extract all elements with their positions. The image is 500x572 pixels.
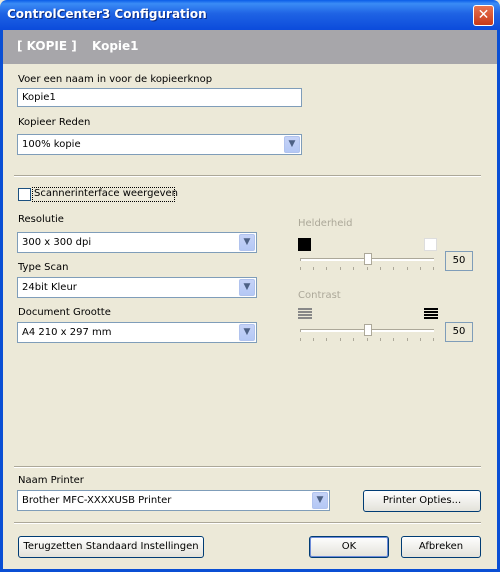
brightness-label: Helderheid (298, 218, 353, 229)
resolution-value: 300 x 300 dpi (22, 237, 92, 248)
scan-type-value: 24bit Kleur (22, 282, 77, 293)
chevron-down-icon[interactable]: ▼ (239, 279, 255, 296)
brightness-value-box[interactable]: 50 (445, 251, 473, 271)
high-contrast-icon (424, 308, 438, 320)
document-size-label: Document Grootte (18, 307, 111, 318)
window-title: ControlCenter3 Configuration (7, 7, 207, 21)
contrast-label: Contrast (298, 290, 341, 301)
resolution-label: Resolutie (18, 214, 64, 225)
scanner-interface-checkbox[interactable] (18, 188, 31, 201)
brightness-slider-thumb[interactable] (364, 253, 372, 265)
chevron-down-icon[interactable]: ▼ (312, 492, 328, 509)
name-field-label: Voer een naam in voor de kopieerknop (18, 74, 213, 85)
brightness-ticks (300, 267, 434, 270)
scan-type-select[interactable]: 24bit Kleur ▼ (17, 277, 257, 298)
printer-select[interactable]: Brother MFC-XXXXUSB Printer ▼ (17, 490, 330, 511)
section-tab-label: [ KOPIE ] (17, 39, 77, 53)
separator (14, 175, 481, 177)
separator (14, 522, 481, 524)
window-frame-left (0, 30, 3, 572)
resolution-select[interactable]: 300 x 300 dpi ▼ (17, 232, 257, 253)
printer-label: Naam Printer (18, 475, 84, 486)
ok-button[interactable]: OK (309, 536, 389, 558)
close-icon: ✕ (477, 7, 490, 23)
chevron-down-icon[interactable]: ▼ (284, 136, 300, 153)
copy-ratio-value: 100% kopie (22, 139, 81, 150)
reset-defaults-button[interactable]: Terugzetten Standaard Instellingen (18, 536, 204, 558)
close-button[interactable]: ✕ (473, 5, 494, 26)
scan-type-label: Type Scan (18, 262, 69, 273)
low-contrast-icon (298, 308, 312, 320)
name-input[interactable]: Kopie1 (17, 88, 302, 107)
separator (14, 466, 481, 468)
chevron-down-icon[interactable]: ▼ (239, 234, 255, 251)
section-button-name: Kopie1 (92, 39, 139, 53)
contrast-ticks (300, 338, 434, 341)
printer-options-button[interactable]: Printer Opties... (363, 490, 481, 512)
chevron-down-icon[interactable]: ▼ (239, 324, 255, 341)
copy-ratio-select[interactable]: 100% kopie ▼ (17, 134, 302, 155)
scanner-interface-label[interactable]: Scannerinterface weergeven (34, 188, 178, 199)
title-bar[interactable]: ControlCenter3 Configuration ✕ (0, 0, 500, 30)
contrast-value-box[interactable]: 50 (445, 322, 473, 342)
light-swatch-icon (424, 238, 437, 251)
document-size-select[interactable]: A4 210 x 297 mm ▼ (17, 322, 257, 343)
document-size-value: A4 210 x 297 mm (22, 327, 112, 338)
dark-swatch-icon (298, 238, 311, 251)
section-header: [ KOPIE ] Kopie1 (3, 30, 497, 64)
contrast-slider-thumb[interactable] (364, 324, 372, 336)
copy-ratio-label: Kopieer Reden (18, 117, 91, 128)
printer-value: Brother MFC-XXXXUSB Printer (22, 495, 172, 506)
cancel-button[interactable]: Afbreken (401, 536, 481, 558)
dialog-window: ControlCenter3 Configuration ✕ [ KOPIE ]… (0, 0, 500, 572)
